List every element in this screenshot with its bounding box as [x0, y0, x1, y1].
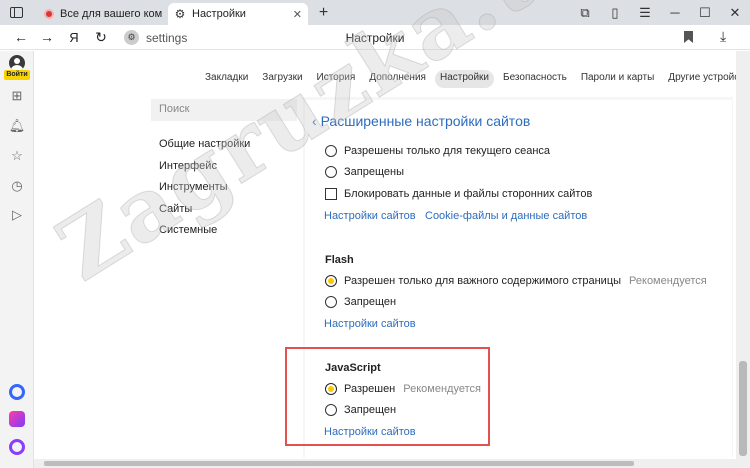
- address-bar: ← → Я ↻ ⚙ settings Настройки ⤓: [0, 25, 750, 50]
- tab-label: Настройки: [192, 8, 246, 20]
- radio-button-selected[interactable]: [325, 275, 337, 287]
- close-tab-icon[interactable]: ✕: [293, 8, 302, 21]
- section-heading: Расширенные настройки сайтов: [320, 113, 531, 129]
- cookies-data-link[interactable]: Cookie-файлы и данные сайтов: [425, 210, 587, 222]
- maximize-icon[interactable]: ☐: [690, 0, 720, 25]
- tab-downloads[interactable]: Загрузки: [257, 70, 307, 88]
- settings-search-input[interactable]: Поиск: [151, 99, 297, 121]
- apps-grid-icon[interactable]: ⊞: [8, 87, 26, 105]
- history-clock-icon[interactable]: ◷: [8, 177, 26, 195]
- option-label: Запрещен: [344, 296, 397, 308]
- radio-button[interactable]: [325, 296, 337, 308]
- tab-history[interactable]: История: [312, 70, 361, 88]
- url-field[interactable]: settings: [146, 31, 187, 45]
- option-label: Запрещены: [344, 166, 404, 178]
- browser-sidebar: Войти ⊞ 🔔︎ ☆ ◷ ▷: [0, 51, 34, 468]
- close-window-icon[interactable]: ✕: [720, 0, 750, 25]
- minimize-icon[interactable]: ─: [660, 0, 690, 25]
- highlight-frame: [285, 347, 490, 446]
- downloads-panel-icon[interactable]: ▯: [600, 0, 630, 25]
- bell-icon[interactable]: 🔔︎: [8, 117, 26, 135]
- vertical-scrollbar[interactable]: [736, 51, 750, 459]
- horizontal-scrollbar[interactable]: [34, 459, 750, 468]
- option-label: Разрешен только для важного содержимого …: [344, 275, 622, 287]
- menu-item-sites[interactable]: Сайты: [159, 203, 192, 215]
- star-icon[interactable]: ☆: [8, 147, 26, 165]
- settings-nav: Закладки Загрузки История Дополнения Нас…: [200, 70, 750, 88]
- yandex-button[interactable]: Я: [65, 28, 83, 46]
- tab-inactive[interactable]: Все для вашего компьюте: [38, 3, 168, 25]
- block-third-party-checkbox[interactable]: Блокировать данные и файлы сторонних сай…: [325, 188, 592, 200]
- flash-title: Flash: [325, 254, 354, 266]
- scrollbar-thumb[interactable]: [739, 361, 747, 456]
- checkbox-label: Блокировать данные и файлы сторонних сай…: [344, 188, 593, 200]
- menu-item-tools[interactable]: Инструменты: [159, 181, 228, 193]
- flash-option-blocked[interactable]: Запрещен: [325, 296, 396, 308]
- download-icon[interactable]: ⤓: [720, 28, 726, 45]
- new-tab-button[interactable]: +: [315, 4, 332, 21]
- back-to-sites-link[interactable]: ‹ Расширенные настройки сайтов: [312, 113, 530, 129]
- login-button[interactable]: Войти: [4, 70, 30, 80]
- menu-item-system[interactable]: Системные: [159, 224, 217, 236]
- cookies-option-blocked[interactable]: Запрещены: [325, 166, 404, 178]
- tab-settings[interactable]: ⚙ Настройки ✕: [168, 3, 308, 25]
- forward-arrow-icon[interactable]: →: [38, 28, 56, 46]
- alice-icon[interactable]: [9, 384, 25, 400]
- cookies-option-session[interactable]: Разрешены только для текущего сеанса: [325, 145, 550, 157]
- flash-site-settings-link[interactable]: Настройки сайтов: [324, 318, 416, 330]
- assistant-icon[interactable]: [9, 439, 25, 455]
- scrollbar-thumb[interactable]: [44, 461, 634, 466]
- tab-bookmarks[interactable]: Закладки: [200, 70, 253, 88]
- bookmarks-panel-icon[interactable]: ⧉: [570, 0, 600, 25]
- site-favicon-icon: [44, 9, 54, 19]
- menu-item-general[interactable]: Общие настройки: [159, 138, 250, 150]
- radio-button[interactable]: [325, 166, 337, 178]
- flash-option-important[interactable]: Разрешен только для важного содержимого …: [325, 275, 707, 287]
- sidebar-toggle-icon[interactable]: [8, 4, 25, 21]
- back-arrow-icon[interactable]: ←: [12, 28, 30, 46]
- avatar[interactable]: [9, 55, 25, 71]
- tab-security[interactable]: Безопасность: [498, 70, 572, 88]
- page-title: Настройки: [345, 31, 405, 45]
- checkbox[interactable]: [325, 188, 337, 200]
- play-icon[interactable]: ▷: [8, 206, 26, 224]
- tab-label: Все для вашего компьюте: [60, 8, 162, 20]
- site-info-icon[interactable]: ⚙: [124, 30, 139, 45]
- window-controls: ⧉ ▯ ☰ ─ ☐ ✕: [570, 0, 750, 25]
- option-label: Разрешены только для текущего сеанса: [344, 145, 551, 157]
- recommended-hint: Рекомендуется: [629, 275, 707, 287]
- messenger-icon[interactable]: [9, 411, 25, 427]
- tab-settings-page[interactable]: Настройки: [434, 70, 495, 88]
- menu-icon[interactable]: ☰: [630, 0, 660, 25]
- tab-passwords[interactable]: Пароли и карты: [576, 70, 659, 88]
- tab-extensions[interactable]: Дополнения: [364, 70, 431, 88]
- menu-item-interface[interactable]: Интерфейс: [159, 160, 217, 172]
- radio-button[interactable]: [325, 145, 337, 157]
- tab-bar: Все для вашего компьюте ⚙ Настройки ✕ + …: [0, 0, 750, 25]
- bookmark-icon[interactable]: [684, 31, 693, 43]
- refresh-icon[interactable]: ↻: [92, 28, 110, 46]
- site-settings-link[interactable]: Настройки сайтов: [324, 210, 416, 222]
- gear-icon: ⚙: [174, 7, 186, 21]
